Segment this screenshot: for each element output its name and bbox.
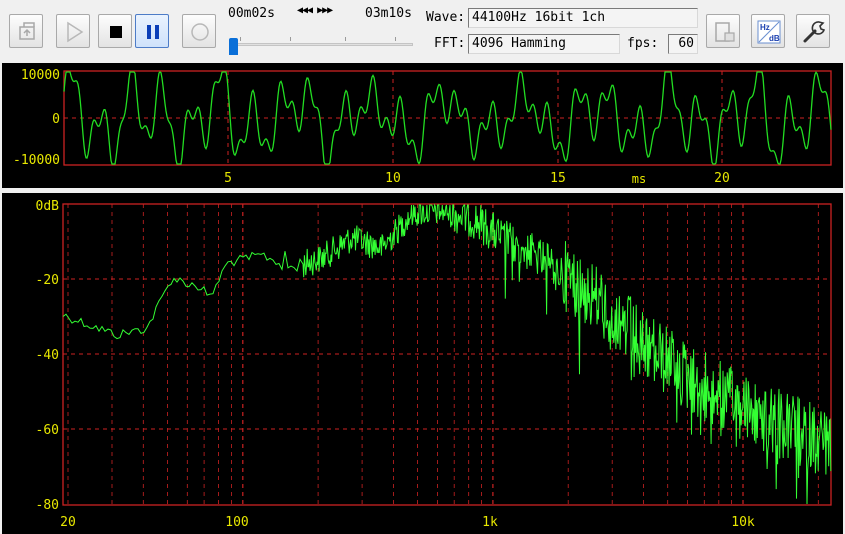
fps-label: fps: xyxy=(627,36,659,51)
stop-button[interactable] xyxy=(98,14,132,48)
export-icon xyxy=(715,22,735,42)
spec-y-tick: -20 xyxy=(36,273,59,288)
wave-format-field: 44100Hz 16bit 1ch xyxy=(468,8,698,28)
stop-icon xyxy=(110,26,122,38)
spec-x-tick: 100 xyxy=(225,515,248,530)
db-text: dB xyxy=(769,34,780,43)
pause-icon xyxy=(147,25,159,39)
play-button[interactable] xyxy=(56,14,90,48)
waveform-plot: 10000 0 -10000 5 10 15 20 ms xyxy=(13,68,832,186)
export-button[interactable] xyxy=(706,14,740,48)
fft-setting-field[interactable]: 4096 Hamming xyxy=(468,34,620,54)
spec-y-tick: -60 xyxy=(36,423,59,438)
wave-label: Wave: xyxy=(426,10,466,25)
hz-text: Hz xyxy=(760,23,770,32)
waveform-panel: 10000 0 -10000 5 10 15 20 ms xyxy=(2,63,843,188)
slider-tick xyxy=(290,37,291,41)
position-slider-thumb[interactable] xyxy=(229,38,238,55)
wave-x-tick: 15 xyxy=(550,171,566,186)
hz-db-icon: Hz dB xyxy=(757,20,781,44)
slider-tick xyxy=(345,37,346,41)
wave-y-tick: -10000 xyxy=(13,153,60,168)
spec-x-tick: 1k xyxy=(482,515,498,530)
seek-controls[interactable]: ◀◀◀ ▶▶▶ xyxy=(297,5,333,16)
wave-x-tick: 10 xyxy=(385,171,401,186)
position-slider-track[interactable] xyxy=(233,43,413,46)
spec-y-tick: -80 xyxy=(36,498,59,513)
open-file-icon xyxy=(19,22,35,40)
slider-tick xyxy=(395,37,396,41)
spec-y-tick: 0dB xyxy=(36,199,60,214)
wave-y-tick: 10000 xyxy=(21,68,60,83)
spectrum-plot: 0dB -20 -40 -60 -80 20 100 1k 10k xyxy=(36,199,832,530)
spec-x-tick: 10k xyxy=(731,515,755,530)
record-button[interactable] xyxy=(182,14,216,48)
open-file-button[interactable] xyxy=(9,14,43,48)
play-icon xyxy=(67,21,84,43)
elapsed-time: 00m02s xyxy=(228,6,275,21)
fps-field[interactable]: 60 xyxy=(668,34,698,54)
spec-y-tick: -40 xyxy=(36,348,59,363)
record-icon xyxy=(191,23,209,41)
pause-button[interactable] xyxy=(135,14,169,48)
slider-tick xyxy=(240,37,241,41)
spectrum-panel: 0dB -20 -40 -60 -80 20 100 1k 10k xyxy=(2,193,843,534)
total-time: 03m10s xyxy=(365,6,412,21)
wave-x-tick: 20 xyxy=(714,171,730,186)
toolbar: 00m02s ◀◀◀ ▶▶▶ 03m10s Wave: 44100Hz 16bi… xyxy=(0,0,845,62)
wave-x-tick: 5 xyxy=(224,171,232,186)
fft-label: FFT: xyxy=(434,36,466,51)
wrench-icon xyxy=(803,21,826,43)
settings-button[interactable] xyxy=(796,14,830,48)
unit-toggle-button[interactable]: Hz dB xyxy=(751,14,785,48)
wave-x-unit: ms xyxy=(632,172,646,186)
wave-y-tick: 0 xyxy=(52,112,60,127)
spec-x-tick: 20 xyxy=(60,515,76,530)
